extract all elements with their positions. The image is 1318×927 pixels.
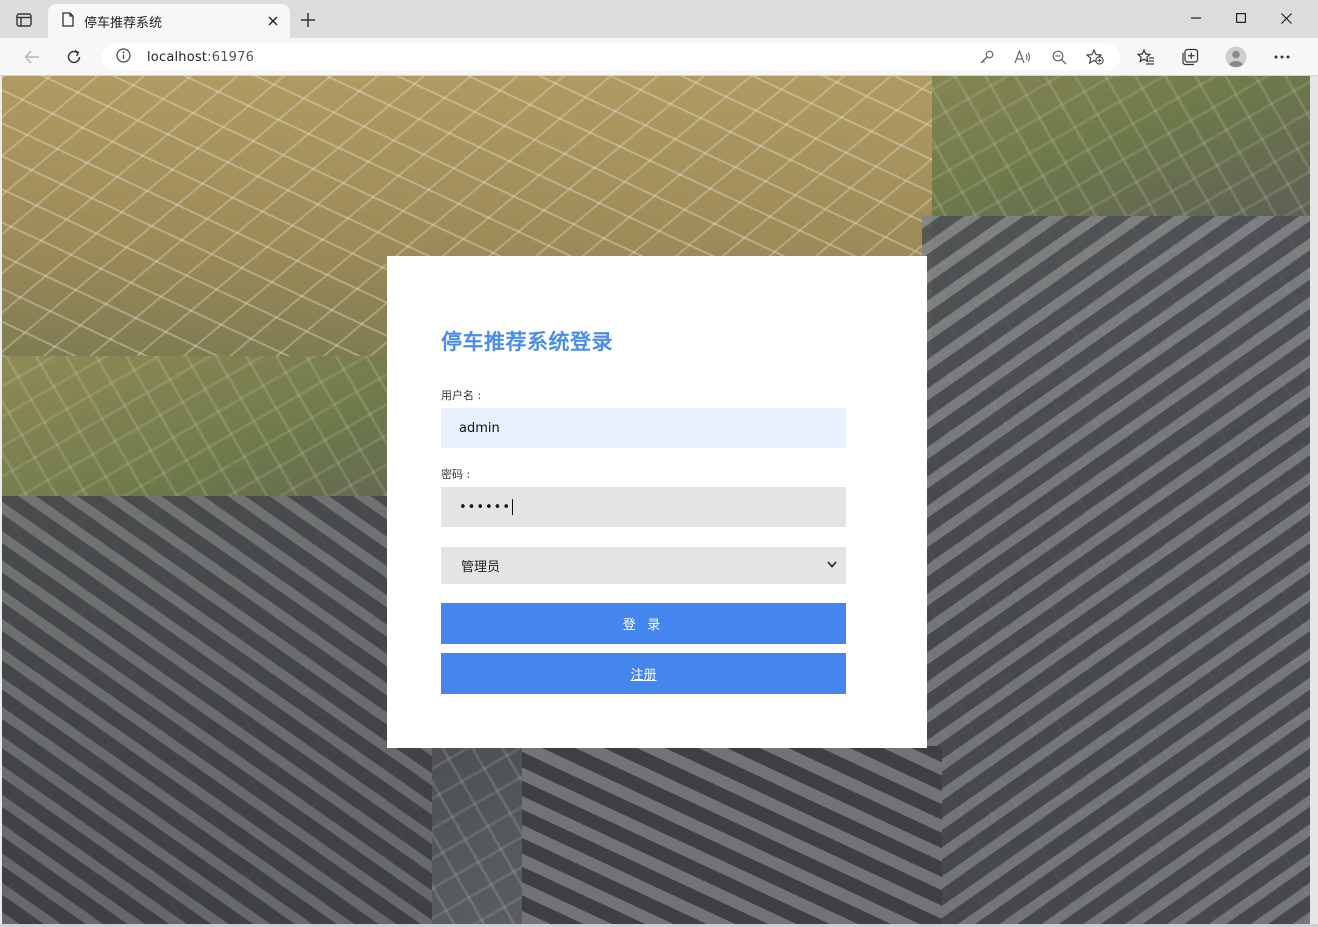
role-select[interactable]: 管理员	[441, 547, 846, 584]
background-parking-bottom	[522, 746, 942, 924]
read-aloud-icon[interactable]	[1012, 48, 1034, 66]
info-icon[interactable]	[116, 47, 131, 67]
browser-toolbar: localhost:61976	[0, 38, 1318, 76]
login-title: 停车推荐系统登录	[441, 330, 613, 354]
window-close-icon[interactable]	[1264, 4, 1308, 32]
zoom-out-icon[interactable]	[1048, 48, 1070, 66]
tab-title: 停车推荐系统	[84, 15, 163, 31]
password-label: 密码 :	[441, 468, 471, 481]
favorite-add-icon[interactable]	[1084, 48, 1106, 66]
password-value: ••••••	[459, 499, 512, 515]
login-card: 停车推荐系统登录 用户名 : 密码 : •••••• 管理员 登 录 注册	[387, 256, 927, 748]
more-icon[interactable]	[1268, 44, 1296, 70]
username-label: 用户名 :	[441, 389, 482, 402]
favorites-icon[interactable]	[1132, 44, 1160, 70]
profile-icon[interactable]	[1222, 44, 1250, 70]
username-input[interactable]	[441, 408, 846, 448]
page-viewport: 停车推荐系统登录 用户名 : 密码 : •••••• 管理员 登 录 注册	[2, 76, 1310, 924]
text-cursor	[512, 499, 514, 515]
address-bar[interactable]: localhost:61976	[102, 43, 1120, 71]
active-tab[interactable]: 停车推荐系统	[48, 4, 290, 38]
tab-actions-icon[interactable]	[10, 8, 38, 32]
chevron-down-icon	[826, 558, 840, 572]
url-port: :61976	[207, 49, 255, 65]
tab-strip: 停车推荐系统	[0, 0, 1318, 38]
window-right-edge	[1310, 76, 1318, 924]
refresh-icon[interactable]	[60, 44, 88, 70]
browser-window: 停车推荐系统 localhost:61976 停车推荐系统登录 用户名: ad…	[0, 0, 1318, 927]
background-parking-left	[2, 496, 432, 924]
login-button[interactable]: 登 录	[441, 603, 846, 644]
page-icon	[62, 11, 74, 31]
plus-icon[interactable]	[296, 8, 320, 32]
register-button[interactable]: 注册	[441, 653, 846, 694]
key-icon[interactable]	[976, 48, 998, 66]
background-parking-right	[922, 216, 1310, 924]
url-host: localhost	[147, 49, 208, 65]
back-arrow-icon[interactable]	[18, 44, 46, 70]
minimize-icon[interactable]	[1174, 4, 1218, 32]
collections-icon[interactable]	[1176, 44, 1204, 70]
maximize-icon[interactable]	[1219, 4, 1263, 32]
role-selected-value: 管理员	[461, 560, 501, 575]
close-icon[interactable]	[264, 12, 282, 30]
password-input[interactable]: ••••••	[441, 487, 846, 527]
url-text[interactable]: localhost:61976	[147, 50, 254, 65]
